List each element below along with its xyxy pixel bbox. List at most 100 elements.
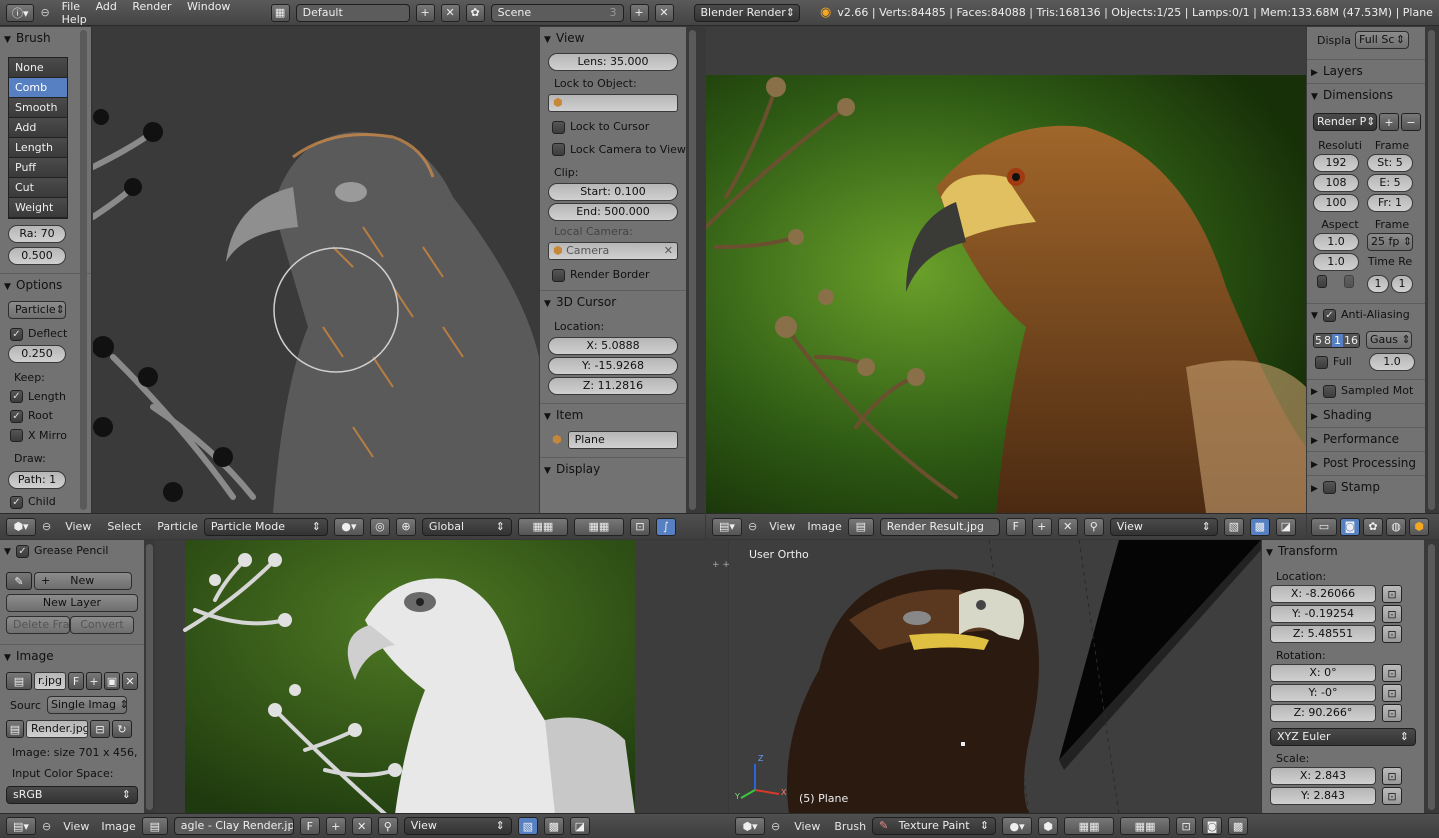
rotation-mode-select[interactable]: XYZ Euler ⇕ [1270,728,1416,746]
orientation-select[interactable]: Global ⇕ [421,517,512,536]
remap-old-field[interactable]: 1 [1367,275,1389,293]
add-screen-icon[interactable]: + [415,3,435,22]
image-browse-icon[interactable]: ▤ [6,672,32,690]
source-select[interactable]: Single Imag ⇕ [47,696,128,714]
lock-icon[interactable]: ⊡ [1382,625,1402,643]
plus-icon[interactable]: + [1031,517,1052,536]
image-browse-icon[interactable]: ▤ [141,817,168,835]
collapse-menu-icon[interactable]: ⊖ [40,6,49,19]
manipulator-icon[interactable]: ⊕ [395,517,416,536]
transform-section-header[interactable]: ▼ Transform [1262,540,1424,562]
lock-icon[interactable]: ⊡ [1382,664,1402,682]
close-icon[interactable]: ✕ [122,672,138,690]
grease-pencil-section-header[interactable]: ▼ ✓ Grease Pencil [0,540,144,562]
lock-icon[interactable]: ⊡ [1382,787,1402,805]
rotation-z-field[interactable]: Z: 90.266° [1270,704,1376,722]
folder-icon[interactable]: ⊟ [90,720,110,738]
render-icon[interactable]: ◙ [1202,817,1223,835]
lock-icon[interactable]: ⊡ [1382,585,1402,603]
lock-icon[interactable]: ⊡ [1382,704,1402,722]
close-scene-icon[interactable]: ✕ [654,3,674,22]
particle-viewport[interactable] [93,27,539,513]
scale-x-field[interactable]: X: 2.843 [1270,767,1376,785]
render-tab-icon[interactable]: ◙ [1340,517,1360,536]
scene-field[interactable]: Scene 3 [490,3,624,22]
border-checkbox-icon[interactable] [1317,275,1327,288]
object-tab-icon[interactable]: ⬢ [1409,517,1429,536]
lock-cursor-checkbox[interactable]: Lock to Cursor [552,120,686,134]
lock-icon[interactable]: ⊡ [1176,817,1197,835]
aa-filter-size-field[interactable]: 1.0 [1369,353,1415,371]
shading-icon[interactable]: ●▾ [1002,817,1033,835]
close-icon[interactable]: ✕ [664,243,677,259]
minus-icon[interactable]: − [1401,113,1421,131]
select-menu[interactable]: Select [107,520,141,533]
location-y-field[interactable]: Y: -0.19254 [1270,605,1376,623]
brush-strength-field[interactable]: 0.500 [8,247,66,265]
face-mask-icon[interactable]: ⬢ [1038,817,1059,835]
image-file-field[interactable]: r.jpg [34,672,66,690]
info-icon[interactable]: ⓘ▾ [6,3,35,22]
close-screen-icon[interactable]: ✕ [440,3,460,22]
collapse-menu-icon[interactable]: ⊖ [748,520,757,533]
pin-icon[interactable]: ⚲ [377,817,398,835]
frame-step-field[interactable]: Fr: 1 [1367,194,1413,212]
menu-render[interactable]: Render [132,0,171,13]
grease-panel-scrollbar[interactable] [146,544,153,810]
animation-render-icon[interactable]: ▩ [1228,817,1249,835]
menu-add[interactable]: Add [96,0,117,13]
aspect-y-field[interactable]: 1.0 [1313,253,1359,271]
particle-mode-select[interactable]: Particle ⇕ [8,301,66,319]
keep-root-checkbox[interactable]: ✓ Root [10,409,91,423]
brush-radius-field[interactable]: Ra: 70 [8,225,66,243]
brush-item[interactable]: Puff [9,158,67,178]
children-checkbox[interactable]: ✓ Child [10,495,91,509]
resolution-y-field[interactable]: 108 [1313,174,1359,192]
collapse-menu-icon[interactable]: ⊖ [42,820,51,833]
dimensions-section-header[interactable]: ▼ Dimensions [1307,83,1425,105]
checkbox-icon[interactable]: ✓ [1323,308,1336,322]
shading-section-header[interactable]: ▶ Shading [1307,403,1425,425]
open-image-icon[interactable]: ▣ [104,672,120,690]
image-browse-icon[interactable]: ▤ [847,517,874,536]
x-mirror-checkbox[interactable]: X Mirro [10,429,91,442]
brush-item[interactable]: Weight [9,198,67,218]
menu-window[interactable]: Window [187,0,230,13]
brush-item[interactable]: Add [9,118,67,138]
frame-end-field[interactable]: E: 5 [1367,174,1413,192]
alpha-icon[interactable]: ▩ [543,817,564,835]
fake-user-button[interactable]: F [1005,517,1026,536]
brush-item-selected[interactable]: Comb [9,78,67,98]
render-border-checkbox[interactable]: Render Border [552,268,686,282]
close-icon[interactable]: ✕ [1057,517,1078,536]
cursor-z-field[interactable]: Z: 11.2816 [548,376,678,395]
mode-select[interactable]: Particle Mode ⇕ [203,517,328,536]
clip-start-field[interactable]: Start: 0.100 [548,183,678,201]
scale-y-field[interactable]: Y: 2.843 [1270,787,1376,805]
reload-icon[interactable]: ↻ [112,720,132,738]
plus-icon[interactable]: + [1379,113,1399,131]
view-menu[interactable]: View [794,820,820,833]
editor-type-icon[interactable]: ▤▾ [6,817,36,835]
view-mode-select[interactable]: View ⇕ [403,817,512,835]
checkbox-icon[interactable] [1323,481,1336,494]
add-scene-icon[interactable]: + [629,3,649,22]
display-section-header[interactable]: ▼ Display [540,456,686,479]
aa-filter-select[interactable]: Gaus ⇕ [1366,331,1412,349]
image-section-header[interactable]: ▼ Image [0,644,144,666]
layers-icon[interactable]: ▦▦ [573,517,624,536]
lock-icon[interactable]: ⊡ [1382,684,1402,702]
resolution-percent-field[interactable]: 100 [1313,194,1359,212]
render-engine-select[interactable]: Blender Render ⇕ [693,3,801,22]
clip-end-field[interactable]: End: 500.000 [548,203,678,221]
view-panel-scrollbar[interactable] [689,30,696,510]
keep-length-checkbox[interactable]: ✓ Length [10,390,91,403]
collapse-menu-icon[interactable]: ⊖ [42,520,51,533]
texture-paint-viewport[interactable]: User Ortho (5) Plane Z X Y [729,540,1261,814]
transform-panel-scrollbar[interactable] [1428,544,1435,810]
plus-icon[interactable]: + [325,817,346,835]
draw-channels-icon[interactable]: ▧ [517,817,538,835]
checkbox-icon[interactable] [1323,384,1336,398]
image-menu[interactable]: Image [807,520,841,533]
cursor-x-field[interactable]: X: 5.0888 [548,336,678,355]
